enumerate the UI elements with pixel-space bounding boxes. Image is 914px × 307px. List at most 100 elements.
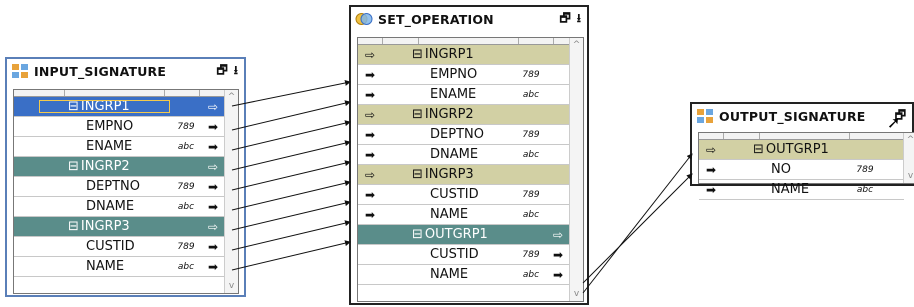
group-port-icon[interactable]: ⇨ [201,220,225,234]
operator-header[interactable]: OUTPUT_SIGNATURE 🗗 [692,104,912,128]
attribute-row[interactable]: ➡ NO 789 [699,160,904,180]
group-row[interactable]: ⇨ ⊟ INGRP1 [358,45,570,65]
attribute-row[interactable]: DEPTNO 789 ➡ [14,177,225,197]
scrollbar[interactable]: ^ v [903,133,914,183]
text-type-icon: abc [522,269,540,280]
link-ingrp3-group [231,200,351,231]
attribute-row[interactable]: EMPNO 789 ➡ [14,117,225,137]
numeric-type-icon: 789 [522,129,540,140]
attribute-label: DNAME [430,147,479,162]
group-port-icon[interactable]: ⇨ [358,48,382,62]
group-port-icon[interactable]: ⇨ [358,168,382,182]
text-type-icon: abc [522,149,540,160]
minimize-icon[interactable]: ⭳ [577,9,581,30]
numeric-type-icon: 789 [856,164,874,175]
attribute-label: CUSTID [430,187,479,202]
group-row[interactable]: ⇨ ⊟ OUTGRP1 [699,140,904,160]
text-type-icon: abc [856,184,874,195]
attribute-label: DEPTNO [430,127,484,142]
collapse-icon[interactable]: ⊟ [753,142,764,157]
collapse-icon[interactable]: ⊟ [412,107,423,122]
collapse-icon[interactable]: ⊟ [68,219,79,234]
attribute-row[interactable]: NAME abc ➡ [14,257,225,277]
group-row[interactable]: ⊟ INGRP3 ⇨ [14,217,225,237]
attribute-row[interactable]: DNAME abc ➡ [14,197,225,217]
attribute-label: NAME [771,182,810,197]
output-port-icon[interactable]: ➡ [201,180,225,194]
attribute-label: NAME [430,267,469,282]
group-label: ⊟ INGRP2 [68,159,130,174]
numeric-type-icon: 789 [522,69,540,80]
collapse-icon[interactable]: ⊟ [412,227,423,242]
attribute-label: DEPTNO [86,179,140,194]
group-port-icon[interactable]: ⇨ [201,100,225,114]
text-type-icon: abc [177,261,195,272]
group-port-icon[interactable]: ⇨ [546,228,570,242]
link-ename [231,120,351,151]
attribute-row[interactable]: CUSTID 789 ➡ [14,237,225,257]
input-port-icon[interactable]: ➡ [358,208,382,222]
output-port-icon[interactable]: ➡ [201,120,225,134]
attribute-row[interactable]: ➡ ENAME abc [358,85,570,105]
collapse-icon[interactable]: ⊟ [68,159,79,174]
collapse-icon[interactable]: ⊟ [412,47,423,62]
attribute-row[interactable]: ➡ NAME abc [358,205,570,225]
operator-title: OUTPUT_SIGNATURE [719,108,866,124]
group-label: ⊟ INGRP2 [412,107,474,122]
output-port-icon[interactable]: ➡ [546,268,570,282]
group-row[interactable]: ⊟ INGRP2 ⇨ [14,157,225,177]
numeric-type-icon: 789 [522,189,540,200]
restore-icon[interactable]: 🗗 [217,61,228,82]
minimize-icon[interactable]: ⭳ [234,61,238,82]
output-port-icon[interactable]: ➡ [201,260,225,274]
operator-header[interactable]: INPUT_SIGNATURE 🗗 ⭳ [7,59,244,83]
group-port-icon[interactable]: ⇨ [699,143,723,157]
scrollbar[interactable]: ^ v [224,90,238,293]
group-row[interactable]: ⊟ OUTGRP1 ⇨ [358,225,570,245]
input-port-icon[interactable]: ➡ [699,183,723,197]
set-operation-operator[interactable]: SET_OPERATION 🗗 ⭳ ⇨ ⊟ INGRP1 ➡ EMPNO 789 ➡ ENAM… [349,5,589,305]
attribute-label: ENAME [430,87,477,102]
restore-icon[interactable]: 🗗 [560,9,571,30]
output-port-icon[interactable]: ➡ [201,140,225,154]
input-port-icon[interactable]: ➡ [358,88,382,102]
output-port-icon[interactable]: ➡ [201,200,225,214]
text-type-icon: abc [177,141,195,152]
input-port-icon[interactable]: ➡ [358,68,382,82]
attribute-row[interactable]: ➡ EMPNO 789 [358,65,570,85]
attribute-row[interactable]: ENAME abc ➡ [14,137,225,157]
output-port-icon[interactable]: ➡ [201,240,225,254]
output-port-icon[interactable]: ➡ [546,248,570,262]
group-port-icon[interactable]: ⇨ [358,108,382,122]
attribute-label: EMPNO [430,67,478,82]
group-label: ⊟ INGRP3 [68,219,130,234]
text-type-icon: abc [177,201,195,212]
link-custid [231,220,351,251]
input-port-icon[interactable]: ➡ [699,163,723,177]
attribute-list: ⊟ INGRP1 ⇨ EMPNO 789 ➡ ENAME abc ➡ ⊟ INGRP2 ⇨ DEPTNO… [14,97,225,277]
group-label: ⊟ INGRP1 [412,47,474,62]
attribute-row[interactable]: ➡ DEPTNO 789 [358,125,570,145]
group-row[interactable]: ⇨ ⊟ INGRP2 [358,105,570,125]
collapse-icon[interactable]: ⊟ [412,167,423,182]
input-port-icon[interactable]: ➡ [358,128,382,142]
operator-header[interactable]: SET_OPERATION 🗗 ⭳ [351,7,587,31]
input-signature-operator[interactable]: INPUT_SIGNATURE 🗗 ⭳ ⊟ INGRP1 ⇨ EMPNO 789 ➡ ENA… [5,57,246,297]
scrollbar[interactable]: ^ v [569,38,583,301]
collapse-icon[interactable]: ⊟ [68,99,79,114]
attribute-row[interactable]: NAME abc ➡ [358,265,570,285]
attribute-row[interactable]: ➡ CUSTID 789 [358,185,570,205]
attribute-row[interactable]: CUSTID 789 ➡ [358,245,570,265]
set-operation-icon [355,13,373,25]
group-row[interactable]: ⇨ ⊟ INGRP3 [358,165,570,185]
output-signature-operator[interactable]: OUTPUT_SIGNATURE 🗗 ⇨ ⊟ OUTGRP1 ➡ NO 789 ➡ NAME a… [690,102,914,200]
group-row[interactable]: ⊟ INGRP1 ⇨ [14,97,225,117]
input-port-icon[interactable]: ➡ [358,188,382,202]
attribute-row[interactable]: ➡ DNAME abc [358,145,570,165]
link-ingrp2-group [231,140,351,171]
link-dname [231,180,351,211]
group-port-icon[interactable]: ⇨ [201,160,225,174]
attribute-row[interactable]: ➡ NAME abc [699,180,904,200]
input-port-icon[interactable]: ➡ [358,148,382,162]
link-empno [231,100,351,131]
